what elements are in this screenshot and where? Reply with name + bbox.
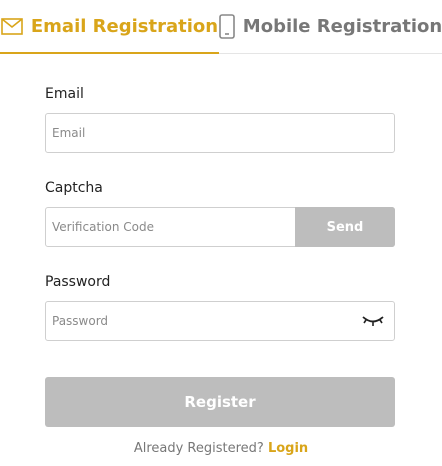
already-registered-text: Already Registered? (133, 441, 264, 456)
email-input[interactable] (46, 114, 352, 152)
captcha-field-container: Send (45, 207, 395, 247)
registration-tabs: Email Registration Mobile Registration (0, 0, 442, 54)
tab-mobile-registration[interactable]: Mobile Registration (218, 0, 442, 53)
register-button[interactable]: Register (45, 377, 395, 427)
password-field-container (45, 301, 395, 341)
mail-icon (1, 18, 23, 35)
password-input[interactable] (46, 302, 352, 340)
email-label: Email (45, 86, 84, 102)
tab-email-label: Email Registration (30, 16, 219, 37)
captcha-label: Captcha (45, 180, 103, 196)
tab-email-registration[interactable]: Email Registration (0, 0, 219, 54)
password-label: Password (45, 274, 111, 290)
login-link[interactable]: Login (268, 441, 308, 456)
eye-closed-icon[interactable] (362, 314, 384, 328)
verification-code-input[interactable] (46, 208, 292, 246)
email-field-container (45, 113, 395, 153)
phone-icon (218, 14, 235, 39)
send-code-button[interactable]: Send (295, 207, 395, 247)
tab-mobile-label: Mobile Registration (242, 16, 442, 37)
active-tab-indicator (0, 52, 219, 54)
login-prompt-row: Already Registered? Login (0, 441, 442, 456)
